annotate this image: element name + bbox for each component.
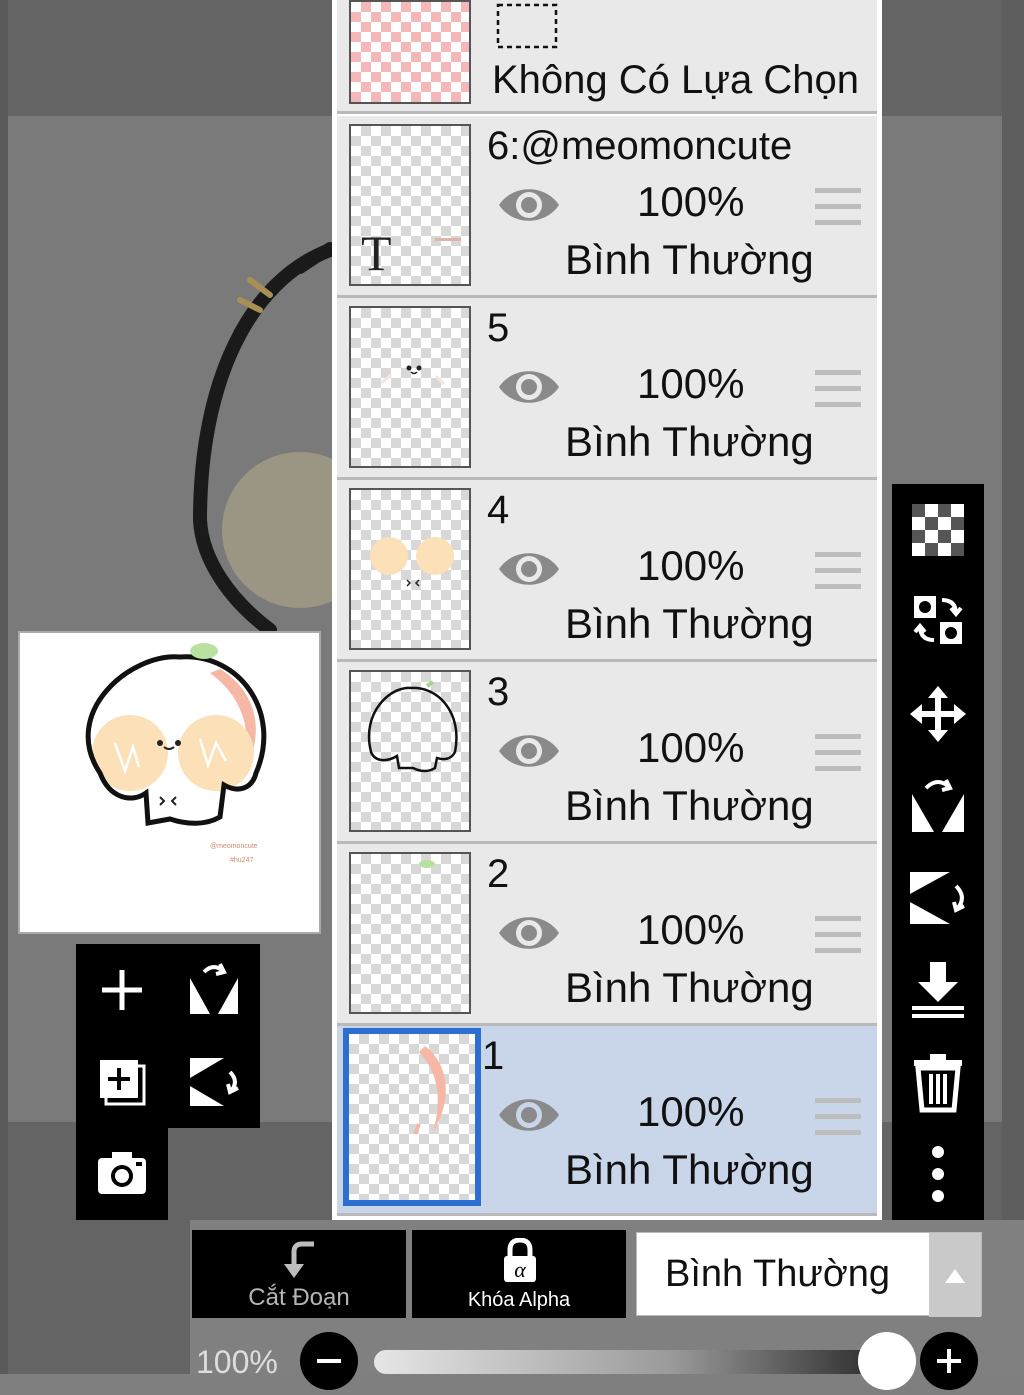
drag-handle-icon[interactable] (815, 552, 861, 590)
eye-icon[interactable] (497, 910, 561, 956)
layer-name: 4 (487, 488, 510, 532)
selection-label: Không Có Lựa Chọn (492, 58, 860, 102)
layer-name: 5 (487, 306, 510, 350)
blend-mode-select[interactable]: Bình Thường (636, 1232, 982, 1317)
layer-blend-mode: Bình Thường (565, 964, 814, 1011)
layer-opacity: 100% (637, 178, 745, 225)
layer-opacity: 100% (637, 724, 745, 771)
layer-opacity: 100% (637, 1088, 745, 1135)
svg-text:α: α (514, 1257, 526, 1282)
layer-row-3[interactable]: 3 100% Bình Thường (337, 662, 877, 844)
layer-tools-toolbar (892, 484, 984, 1220)
layer-blend-mode: Bình Thường (565, 600, 814, 647)
opacity-label: 100% (196, 1344, 278, 1380)
canvas-tools-toolbar-lower (76, 1128, 168, 1220)
more-icon[interactable] (906, 1142, 970, 1206)
dashed-rectangle-icon (496, 3, 558, 49)
opacity-increase-button[interactable] (920, 1332, 978, 1390)
layer-panel: Không Có Lựa Chọn T 6:@meomoncute 100% B… (332, 0, 882, 1220)
camera-icon[interactable] (92, 1144, 152, 1204)
selection-thumbnail (349, 0, 471, 104)
layer-opacity: 100% (637, 360, 745, 407)
layer-opacity: 100% (637, 906, 745, 953)
layer-thumbnail (349, 670, 471, 832)
eye-icon[interactable] (497, 182, 561, 228)
layer-name: 3 (487, 670, 510, 714)
blend-mode-arrow[interactable] (929, 1233, 981, 1317)
plus-icon (937, 1349, 961, 1373)
duplicate-layer-icon[interactable] (92, 1052, 152, 1112)
lock-icon: α (504, 1238, 536, 1282)
bottom-bar: Cắt Đoạn α Khóa Alpha Bình Thường 100% (190, 1220, 1024, 1390)
layer-row-4[interactable]: 4 100% Bình Thường (337, 480, 877, 662)
layer-name: 6:@meomoncute (487, 124, 793, 168)
canvas-right-edge (1002, 0, 1024, 1374)
layer-blend-mode: Bình Thường (565, 782, 814, 829)
transparency-icon[interactable] (906, 498, 970, 562)
flip-horizontal-icon[interactable] (184, 960, 244, 1020)
drag-handle-icon[interactable] (815, 370, 861, 408)
layer-row-5[interactable]: 5 100% Bình Thường (337, 298, 877, 480)
text-layer-glyph: T (361, 225, 392, 281)
layer-blend-mode: Bình Thường (565, 1146, 814, 1193)
flip-horizontal-icon[interactable] (906, 774, 970, 838)
eye-icon[interactable] (497, 364, 561, 410)
layer-row-6[interactable]: T 6:@meomoncute 100% Bình Thường (337, 116, 877, 298)
layer-row-1[interactable]: 1 100% Bình Thường (337, 1026, 877, 1216)
trash-icon[interactable] (906, 1050, 970, 1114)
layer-thumbnail (349, 852, 471, 1014)
flip-vertical-icon[interactable] (184, 1052, 244, 1112)
drag-handle-icon[interactable] (815, 916, 861, 954)
minus-icon (317, 1359, 341, 1363)
eye-icon[interactable] (497, 728, 561, 774)
layer-opacity: 100% (637, 542, 745, 589)
blend-mode-value: Bình Thường (665, 1253, 891, 1295)
drag-handle-icon[interactable] (815, 734, 861, 772)
opacity-slider[interactable] (374, 1350, 914, 1374)
alpha-lock-label: Khóa Alpha (467, 1289, 571, 1311)
eye-icon[interactable] (497, 546, 561, 592)
layer-thumbnail: T (349, 124, 471, 286)
layer-name: 2 (487, 852, 510, 896)
layer-thumbnail (349, 488, 471, 650)
layer-blend-mode: Bình Thường (565, 418, 814, 465)
drag-handle-icon[interactable] (815, 1098, 861, 1136)
layer-thumbnail (343, 1028, 481, 1206)
canvas-preview[interactable]: @meomoncute #hu247 (18, 631, 321, 934)
swap-layer-icon[interactable] (906, 588, 970, 652)
flip-vertical-icon[interactable] (906, 866, 970, 930)
alpha-lock-button[interactable]: α Khóa Alpha (412, 1230, 626, 1318)
eye-icon[interactable] (497, 1092, 561, 1138)
opacity-decrease-button[interactable] (300, 1332, 358, 1390)
layer-blend-mode: Bình Thường (565, 236, 814, 283)
chevron-up-icon (945, 1269, 965, 1283)
selection-row[interactable]: Không Có Lựa Chọn (337, 0, 877, 114)
thumb-mark (435, 238, 461, 241)
add-layer-icon[interactable] (92, 960, 152, 1020)
canvas-tools-toolbar (76, 944, 260, 1128)
preview-watermark: @meomoncute (210, 843, 258, 850)
preview-drawing (85, 643, 267, 826)
merge-down-icon[interactable] (906, 958, 970, 1022)
clipping-icon (284, 1241, 314, 1278)
layer-name: 1 (482, 1034, 505, 1078)
preview-watermark: #hu247 (230, 857, 254, 864)
clipping-button[interactable]: Cắt Đoạn (192, 1230, 406, 1318)
drag-handle-icon[interactable] (815, 188, 861, 226)
layer-row-2[interactable]: 2 100% Bình Thường (337, 844, 877, 1026)
clipping-label: Cắt Đoạn (248, 1284, 350, 1311)
move-icon[interactable] (906, 682, 970, 746)
opacity-slider-knob[interactable] (858, 1332, 916, 1390)
canvas-left-edge (0, 0, 8, 1374)
layer-thumbnail (349, 306, 471, 468)
